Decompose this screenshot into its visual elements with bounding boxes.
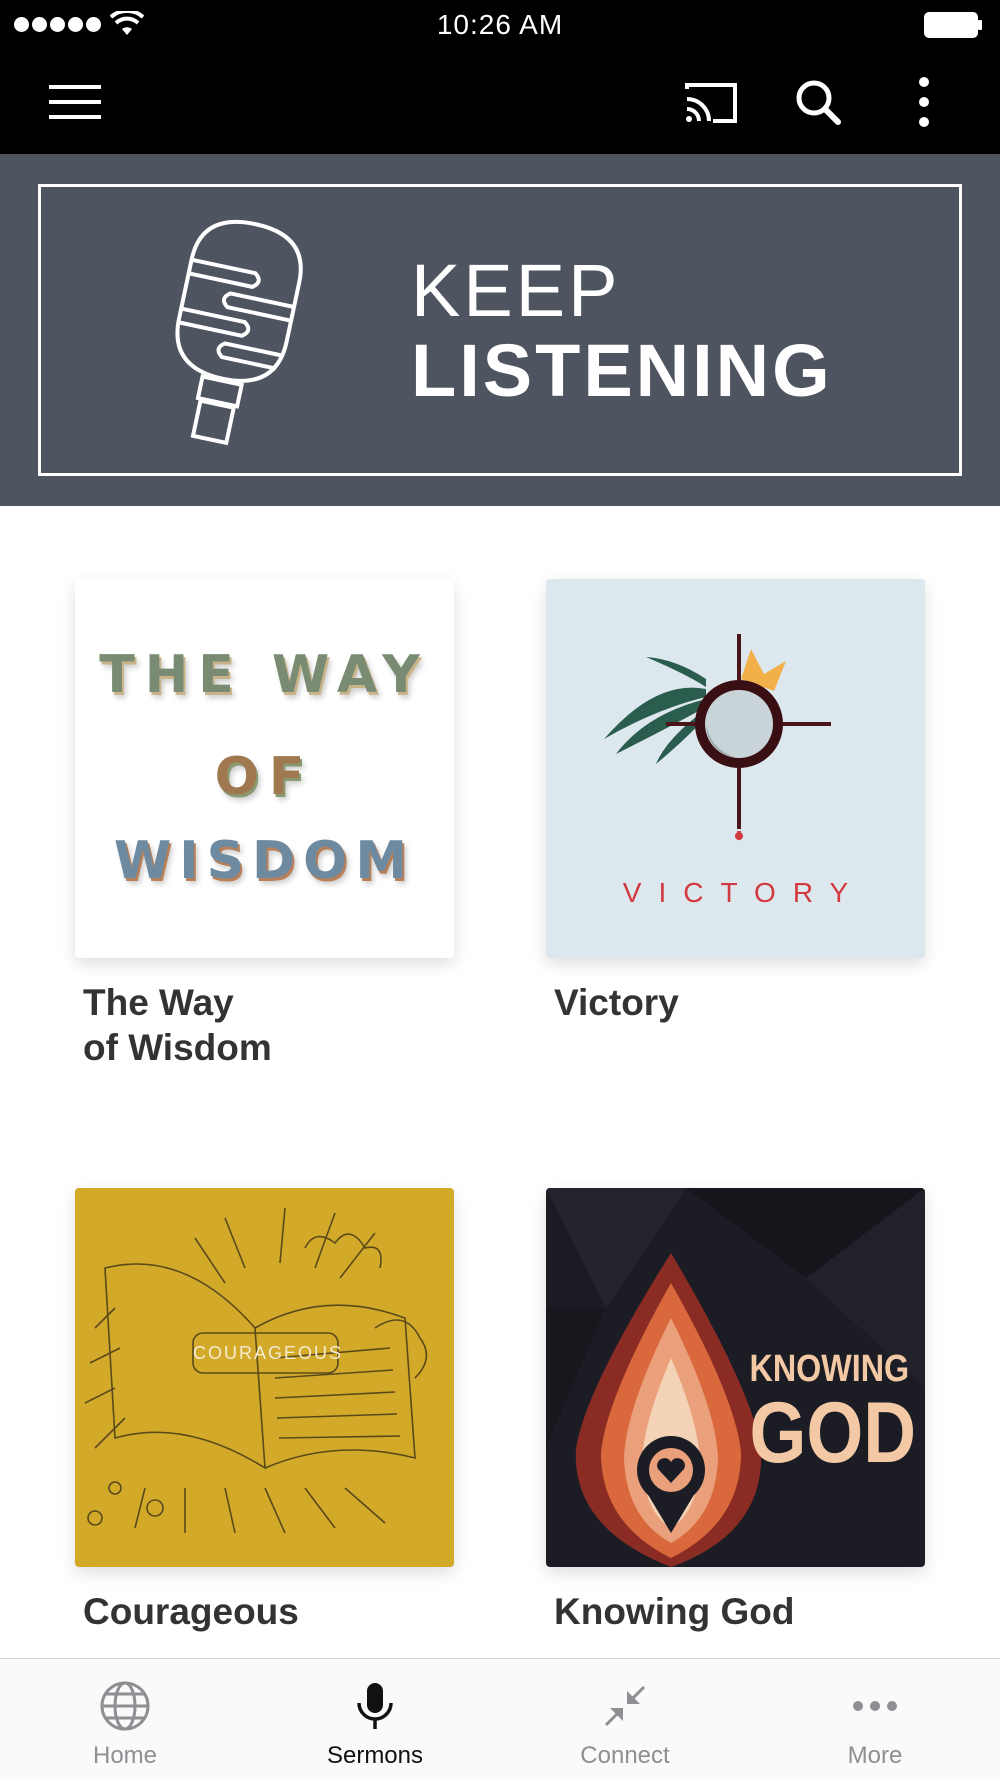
tab-label: Connect [580, 1742, 670, 1769]
search-button[interactable] [788, 72, 848, 132]
series-art-text: KNOWING [749, 1348, 910, 1390]
series-artwork: VICTORY [546, 579, 925, 958]
banner-title-line1: KEEP [411, 249, 621, 332]
bottom-tab-bar: Home Sermons Connect More [0, 1658, 1000, 1779]
menu-button[interactable] [45, 72, 105, 132]
search-icon [796, 80, 841, 125]
more-vert-icon [919, 77, 929, 127]
courageous-book-illustration [84, 1207, 428, 1534]
more-options-button[interactable] [894, 72, 954, 132]
series-art-text: OF [214, 747, 315, 807]
keep-listening-banner: KEEP LISTENING [0, 154, 1000, 506]
series-art-text: WISDOM [113, 831, 416, 891]
tab-label: More [847, 1742, 903, 1769]
series-title: Knowing God [554, 1591, 795, 1632]
series-artwork: THE WAY OF WISDOM [75, 579, 454, 958]
banner-title-line2: LISTENING [411, 329, 833, 412]
series-title: The Way of Wisdom [83, 980, 383, 1070]
microphone-illustration [175, 219, 303, 446]
sermon-series-grid: THE WAY OF WISDOM The Way of Wisdom VICT… [0, 506, 1000, 1658]
series-art-text: THE WAY [99, 645, 430, 705]
tab-label: Home [92, 1742, 158, 1769]
tab-more[interactable]: More [750, 1659, 1000, 1779]
series-title-line: of Wisdom [83, 1027, 272, 1068]
tab-sermons[interactable]: Sermons [250, 1659, 500, 1779]
globe-icon [100, 1681, 150, 1731]
arrows-in-icon [604, 1685, 646, 1727]
series-artwork: KNOWING GOD [546, 1188, 925, 1567]
cast-icon [685, 83, 737, 123]
tab-home[interactable]: Home [0, 1659, 250, 1779]
series-card-courageous[interactable]: COURAGEOUS Courageous [75, 1188, 454, 1634]
series-card-victory[interactable]: VICTORY Victory [546, 579, 925, 1025]
series-art-text: VICTORY [622, 877, 866, 908]
series-title: Victory [554, 982, 679, 1023]
cast-button[interactable] [681, 72, 741, 132]
tab-label: Sermons [326, 1742, 424, 1769]
battery-icon [924, 12, 982, 38]
series-artwork: COURAGEOUS [75, 1188, 454, 1567]
series-art-text: GOD [749, 1385, 917, 1481]
series-title-line: The Way [83, 982, 234, 1023]
series-card-the-way-of-wisdom[interactable]: THE WAY OF WISDOM The Way of Wisdom [75, 579, 454, 1070]
more-horiz-icon [853, 1701, 897, 1711]
status-bar: 10:26 AM [0, 0, 1000, 50]
microphone-icon [357, 1683, 393, 1729]
status-time: 10:26 AM [436, 9, 564, 40]
series-art-text: COURAGEOUS [193, 1343, 344, 1363]
menu-icon [49, 85, 101, 119]
series-title: Courageous [83, 1591, 299, 1632]
tab-connect[interactable]: Connect [500, 1659, 750, 1779]
app-toolbar [0, 50, 1000, 154]
series-card-knowing-god[interactable]: KNOWING GOD Knowing God [546, 1188, 925, 1634]
